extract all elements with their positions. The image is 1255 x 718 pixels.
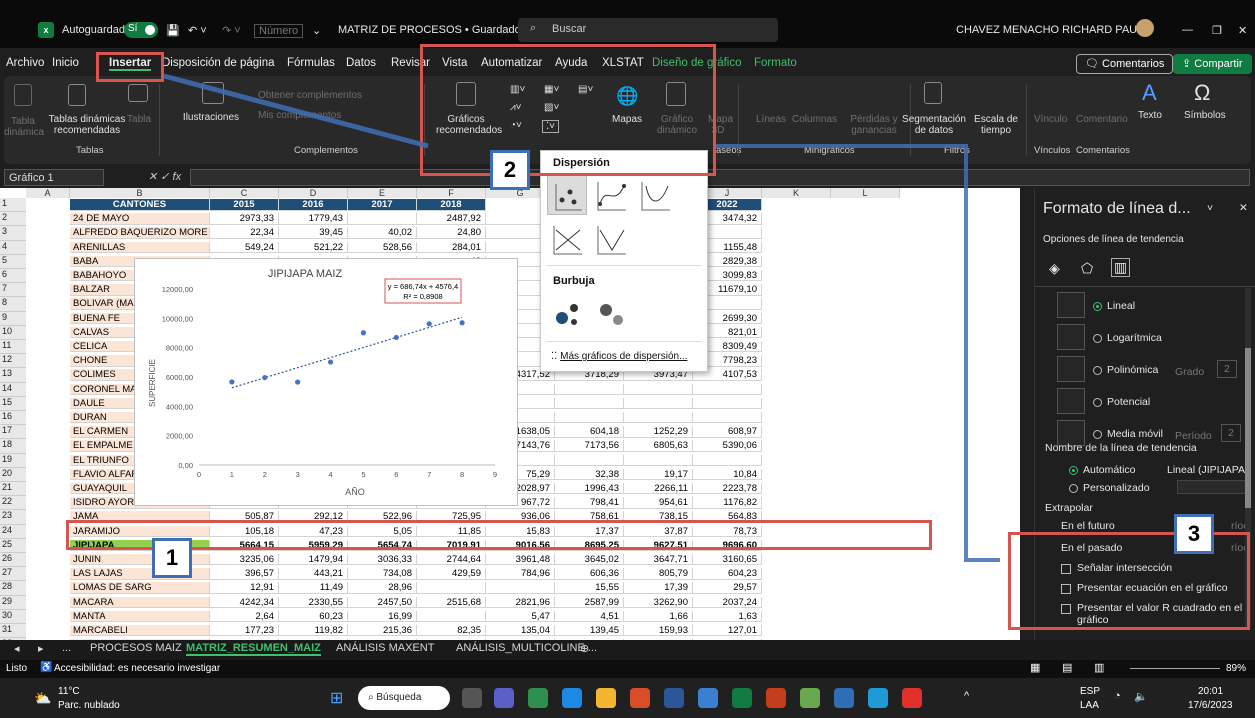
step-badge-3: 3 — [1174, 514, 1214, 554]
step-badge-1: 1 — [152, 538, 192, 578]
annotation-arrows — [163, 73, 1000, 562]
step-badge-2: 2 — [490, 150, 530, 190]
arrow-insertar-to-charts — [163, 73, 429, 149]
arrow-charts-to-panel — [716, 144, 1000, 562]
